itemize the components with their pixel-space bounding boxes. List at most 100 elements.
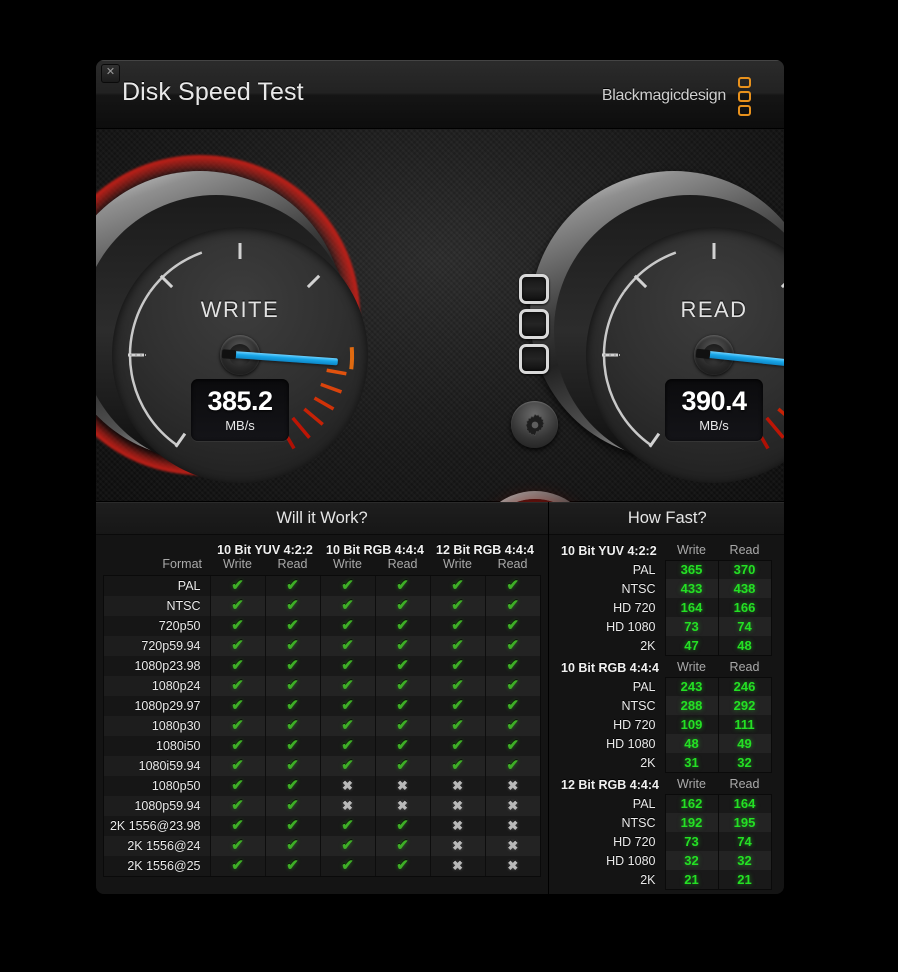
write-speed-value: 73 <box>664 617 718 636</box>
supported-cell: ✔ <box>264 576 320 596</box>
supported-cell: ✔ <box>429 716 486 736</box>
supported-cell: ✔ <box>374 816 431 836</box>
check-icon: ✔ <box>231 657 244 674</box>
table-row: HD 1080 48 49 <box>559 734 772 753</box>
table-row: HD 1080 73 74 <box>559 617 772 636</box>
table-row: NTSC 288 292 <box>559 696 772 715</box>
settings-button[interactable] <box>511 401 558 448</box>
read-speed-value: 49 <box>717 734 772 753</box>
write-speed-value: 109 <box>664 715 718 734</box>
read-speed-value: 32 <box>717 753 772 773</box>
supported-cell: ✔ <box>374 576 431 596</box>
supported-cell: ✔ <box>374 676 431 696</box>
write-speed-value: 47 <box>664 636 718 656</box>
will-it-work-group-0: 10 Bit YUV 4:2:2 <box>217 543 313 557</box>
unsupported-cell: ✖ <box>429 856 486 876</box>
supported-cell: ✔ <box>429 596 486 616</box>
format-label: 2K 1556@25 <box>104 856 210 876</box>
cross-icon: ✖ <box>452 818 463 833</box>
table-row: 1080p24 ✔ ✔ ✔ ✔ ✔ ✔ <box>104 676 541 696</box>
unsupported-cell: ✖ <box>484 836 541 856</box>
supported-cell: ✔ <box>209 796 265 816</box>
read-readout: 390.4 MB/s <box>665 379 763 441</box>
check-icon: ✔ <box>396 577 409 594</box>
supported-cell: ✔ <box>484 636 541 656</box>
table-row: 2K 31 32 <box>559 753 772 773</box>
check-icon: ✔ <box>231 817 244 834</box>
will-it-work-group-header: 10 Bit YUV 4:2:2 10 Bit RGB 4:4:4 12 Bit R… <box>104 535 540 557</box>
supported-cell: ✔ <box>319 716 375 736</box>
check-icon: ✔ <box>341 577 354 594</box>
check-icon: ✔ <box>286 597 299 614</box>
read-speed-value: 74 <box>717 832 772 851</box>
supported-cell: ✔ <box>264 716 320 736</box>
check-icon: ✔ <box>451 637 464 654</box>
format-label: 2K <box>640 755 656 770</box>
format-label: NTSC <box>104 596 210 616</box>
write-speed-value: 32 <box>664 851 718 870</box>
check-icon: ✔ <box>451 757 464 774</box>
supported-cell: ✔ <box>264 836 320 856</box>
format-label: 1080p59.94 <box>104 796 210 816</box>
table-row: 2K 1556@24 ✔ ✔ ✔ ✔ ✖ ✖ <box>104 836 541 856</box>
supported-cell: ✔ <box>209 696 265 716</box>
check-icon: ✔ <box>396 817 409 834</box>
check-icon: ✔ <box>341 617 354 634</box>
check-icon: ✔ <box>451 697 464 714</box>
format-label: PAL <box>104 576 210 596</box>
supported-cell: ✔ <box>319 856 375 876</box>
write-speed-value: 243 <box>664 676 718 696</box>
how-fast-title: How Fast? <box>549 502 784 535</box>
check-icon: ✔ <box>231 857 244 874</box>
read-column-header: Read <box>729 543 760 558</box>
table-row: 1080p29.97 ✔ ✔ ✔ ✔ ✔ ✔ <box>104 696 541 716</box>
cross-icon: ✖ <box>452 838 463 853</box>
unsupported-cell: ✖ <box>429 776 486 796</box>
write-value: 385.2 <box>207 386 273 416</box>
format-label: NTSC <box>621 815 656 830</box>
unsupported-cell: ✖ <box>484 796 541 816</box>
table-row: 2K 1556@25 ✔ ✔ ✔ ✔ ✖ ✖ <box>104 856 541 876</box>
check-icon: ✔ <box>286 737 299 754</box>
how-fast-section-header: 12 Bit RGB 4:4:4 Write Read <box>559 775 771 794</box>
check-icon: ✔ <box>396 717 409 734</box>
write-gauge-label: WRITE <box>200 297 280 322</box>
check-icon: ✔ <box>506 597 520 614</box>
check-icon: ✔ <box>231 837 244 854</box>
cross-icon: ✖ <box>507 778 519 793</box>
table-row: PAL 162 164 <box>559 793 772 813</box>
table-row: NTSC ✔ ✔ ✔ ✔ ✔ ✔ <box>104 596 541 616</box>
supported-cell: ✔ <box>374 656 431 676</box>
stress-box-3-button[interactable] <box>519 344 549 374</box>
check-icon: ✔ <box>396 677 409 694</box>
check-icon: ✔ <box>286 637 299 654</box>
close-button[interactable]: ✕ <box>101 64 120 83</box>
supported-cell: ✔ <box>264 776 320 796</box>
stress-box-2-button[interactable] <box>519 309 549 339</box>
supported-cell: ✔ <box>209 596 265 616</box>
cross-icon: ✖ <box>507 818 519 833</box>
how-fast-section-header: 10 Bit YUV 4:2:2 Write Read <box>559 541 771 560</box>
how-fast-body: 10 Bit YUV 4:2:2 Write Read PAL 365 370 NTSC 43… <box>559 541 772 890</box>
write-speed-value: 31 <box>664 753 718 773</box>
section-name: 10 Bit YUV 4:2:2 <box>561 543 657 558</box>
stress-box-1-button[interactable] <box>519 274 549 304</box>
check-icon: ✔ <box>231 597 244 614</box>
check-icon: ✔ <box>286 717 299 734</box>
format-label: 1080p24 <box>104 676 210 696</box>
supported-cell: ✔ <box>429 636 486 656</box>
will-it-work-sub-header: Format Write Read Write Read Write Read <box>104 557 540 576</box>
cross-icon: ✖ <box>452 778 463 793</box>
supported-cell: ✔ <box>264 796 320 816</box>
check-icon: ✔ <box>396 837 409 854</box>
check-icon: ✔ <box>286 657 299 674</box>
check-icon: ✔ <box>506 717 520 734</box>
read-speed-value: 166 <box>717 598 772 617</box>
write-speed-value: 365 <box>664 559 718 579</box>
how-fast-table: 10 Bit YUV 4:2:2 Write Read PAL 365 370 NTSC 43… <box>559 541 772 890</box>
write-column-header: Write <box>677 660 706 675</box>
supported-cell: ✔ <box>264 676 320 696</box>
supported-cell: ✔ <box>209 776 265 796</box>
supported-cell: ✔ <box>484 716 541 736</box>
table-row: 2K 21 21 <box>559 870 772 890</box>
